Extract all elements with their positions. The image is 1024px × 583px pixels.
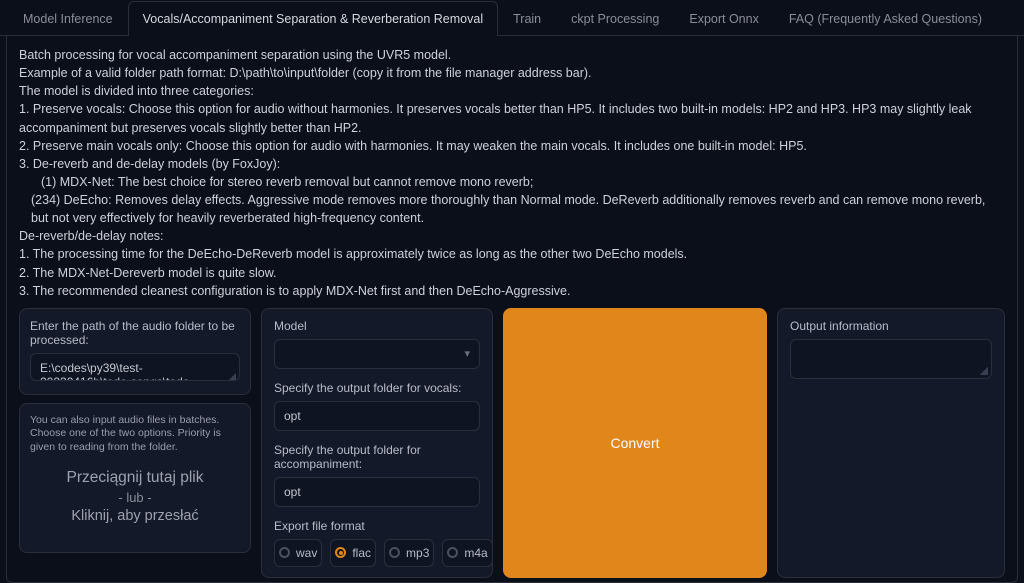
batch-hint: You can also input audio files in batche… <box>30 414 240 455</box>
export-format-label: Export file format <box>274 519 480 533</box>
output-vocals-input[interactable] <box>274 401 480 431</box>
output-info-textarea[interactable] <box>790 339 992 379</box>
format-flac[interactable]: flac <box>330 539 376 567</box>
tab-train[interactable]: Train <box>498 1 556 36</box>
output-info-label: Output information <box>790 319 992 333</box>
model-select[interactable]: ▾ <box>274 339 480 369</box>
dropzone-line1: Przeciągnij tutaj plik <box>38 469 232 487</box>
convert-button[interactable]: Convert <box>503 308 767 578</box>
desc-line: Batch processing for vocal accompaniment… <box>19 46 1005 64</box>
batch-input-panel: You can also input audio files in batche… <box>19 403 251 553</box>
panels-row: Enter the path of the audio folder to be… <box>19 308 1005 578</box>
chevron-down-icon: ▾ <box>464 347 470 360</box>
format-radio-group: wav flac mp3 m4a <box>274 539 480 567</box>
file-dropzone[interactable]: Przeciągnij tutaj plik - lub - Kliknij, … <box>30 455 240 542</box>
format-mp3[interactable]: mp3 <box>384 539 434 567</box>
desc-line: De-reverb/de-delay notes: <box>19 227 1005 245</box>
audio-path-input[interactable]: E:\codes\py39\test-20230416b\todo-songs\… <box>30 353 240 381</box>
input-column: Enter the path of the audio folder to be… <box>19 308 251 578</box>
convert-column: Convert <box>503 308 767 578</box>
format-m4a[interactable]: m4a <box>442 539 492 567</box>
radio-icon <box>389 547 400 558</box>
desc-line: 2. The MDX-Net-Dereverb model is quite s… <box>19 264 1005 282</box>
desc-line: (234) DeEcho: Removes delay effects. Agg… <box>19 191 1005 227</box>
dropzone-line2: - lub - <box>38 490 232 505</box>
dropzone-line3: Kliknij, aby przesłać <box>38 508 232 524</box>
output-info-panel: Output information <box>777 308 1005 578</box>
settings-panel: Model ▾ Specify the output folder for vo… <box>261 308 493 578</box>
audio-path-panel: Enter the path of the audio folder to be… <box>19 308 251 395</box>
desc-line: 1. Preserve vocals: Choose this option f… <box>19 100 1005 136</box>
audio-path-label: Enter the path of the audio folder to be… <box>30 319 240 347</box>
desc-line: 1. The processing time for the DeEcho-De… <box>19 245 1005 263</box>
desc-line: 3. The recommended cleanest configuratio… <box>19 282 1005 300</box>
desc-line: 2. Preserve main vocals only: Choose thi… <box>19 137 1005 155</box>
desc-line: 3. De-reverb and de-delay models (by Fox… <box>19 155 1005 173</box>
tab-export-onnx[interactable]: Export Onnx <box>674 1 773 36</box>
radio-icon <box>335 547 346 558</box>
desc-line: Example of a valid folder path format: D… <box>19 64 1005 82</box>
tab-vocals-separation[interactable]: Vocals/Accompaniment Separation & Reverb… <box>128 1 498 36</box>
model-label: Model <box>274 319 480 333</box>
format-wav[interactable]: wav <box>274 539 322 567</box>
output-accomp-input[interactable] <box>274 477 480 507</box>
radio-icon <box>447 547 458 558</box>
output-vocals-label: Specify the output folder for vocals: <box>274 381 480 395</box>
tab-bar: Model Inference Vocals/Accompaniment Sep… <box>0 0 1024 36</box>
radio-icon <box>279 547 290 558</box>
tab-faq[interactable]: FAQ (Frequently Asked Questions) <box>774 1 997 36</box>
tab-ckpt-processing[interactable]: ckpt Processing <box>556 1 674 36</box>
desc-line: (1) MDX-Net: The best choice for stereo … <box>19 173 1005 191</box>
tab-content: Batch processing for vocal accompaniment… <box>6 36 1018 583</box>
output-accomp-label: Specify the output folder for accompanim… <box>274 443 480 471</box>
description-text: Batch processing for vocal accompaniment… <box>19 46 1005 300</box>
desc-line: The model is divided into three categori… <box>19 82 1005 100</box>
tab-model-inference[interactable]: Model Inference <box>8 1 128 36</box>
